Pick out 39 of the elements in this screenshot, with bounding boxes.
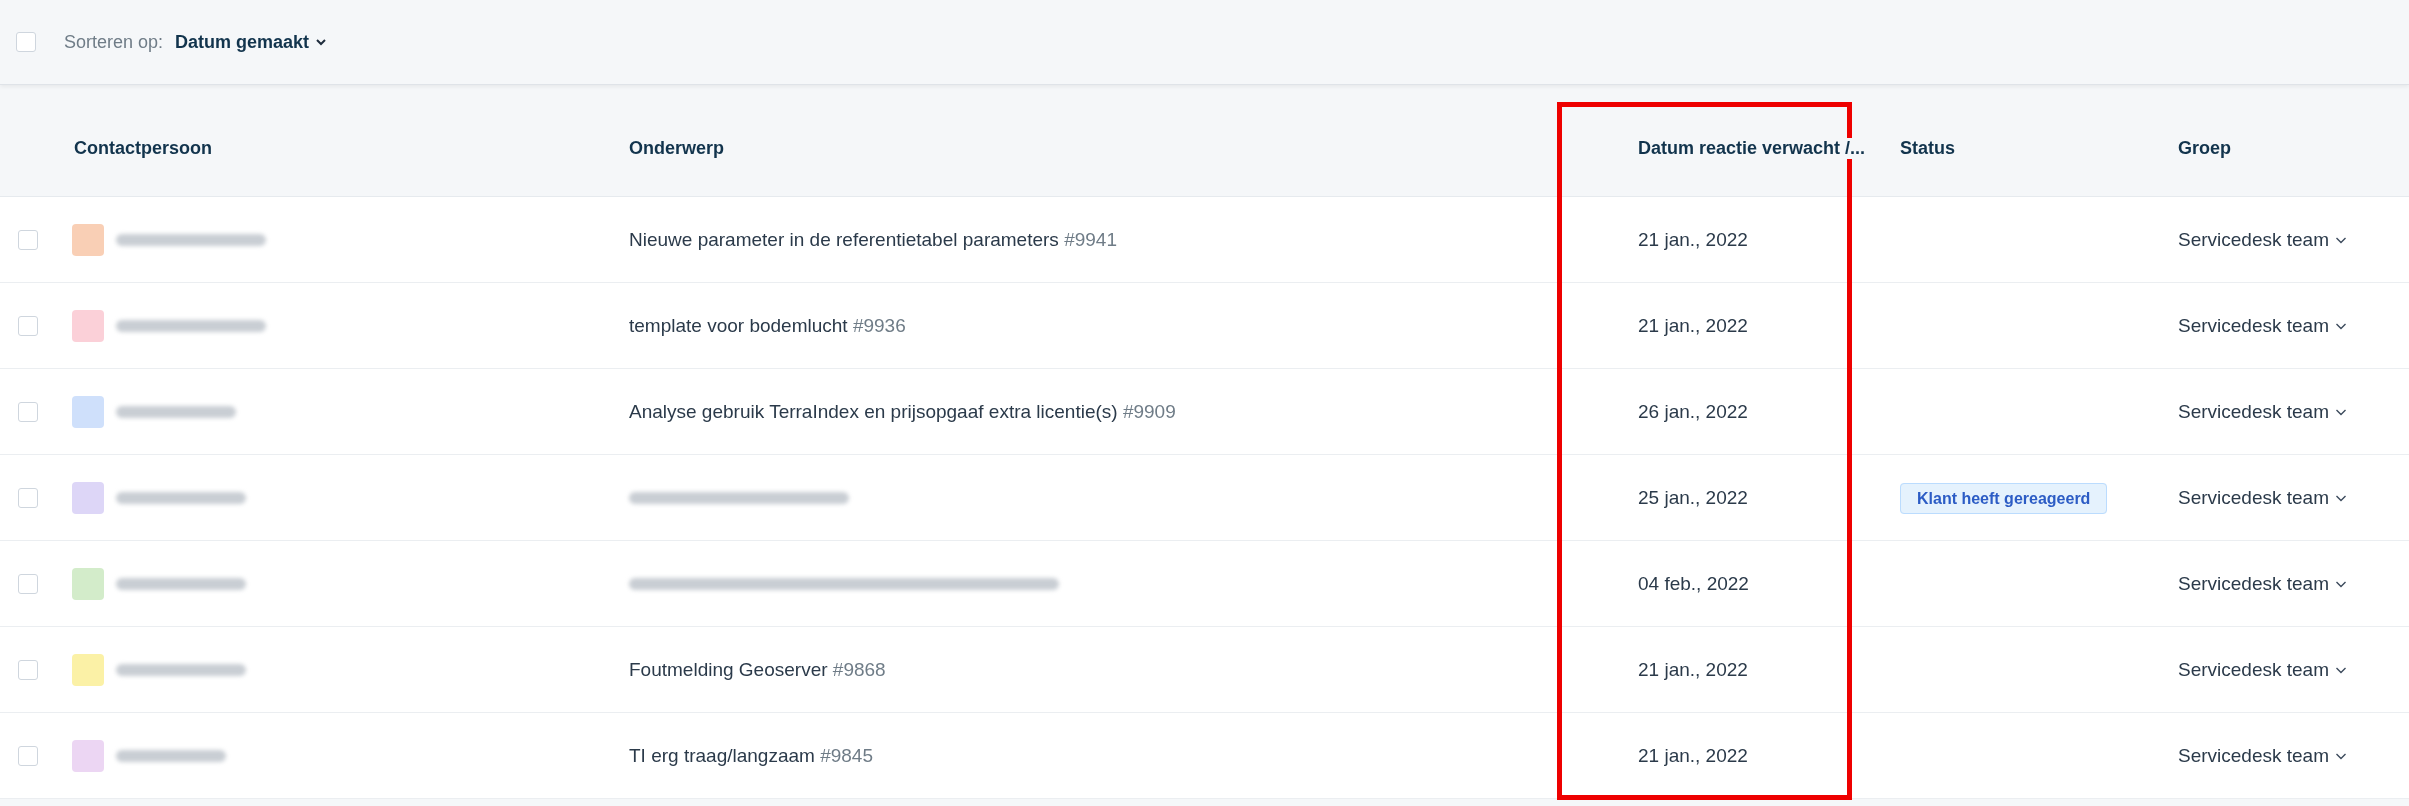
group-dropdown[interactable]: Servicedesk team <box>2178 314 2347 337</box>
select-all-checkbox[interactable] <box>16 32 36 52</box>
row-checkbox[interactable] <box>18 229 38 250</box>
row-checkbox[interactable] <box>18 573 38 594</box>
group-dropdown[interactable]: Servicedesk team <box>2178 658 2347 681</box>
ticket-subject[interactable]: Analyse gebruik TerraIndex en prijsopgaaf extra licentie(s) #9909 <box>629 400 1176 422</box>
row-checkbox[interactable] <box>18 659 38 680</box>
ticket-subject[interactable]: TI erg traag/langzaam #9845 <box>629 744 873 766</box>
due-date: 25 jan., 2022 <box>1638 486 1749 509</box>
chevron-down-icon <box>2335 321 2347 330</box>
ticket-subject[interactable]: template voor bodemlucht #9936 <box>629 314 906 336</box>
group-dropdown[interactable]: Servicedesk team <box>2178 744 2347 767</box>
ticket-subject[interactable]: Foutmelding Geoserver #9868 <box>629 658 886 680</box>
chevron-down-icon <box>2335 665 2347 674</box>
group-dropdown[interactable]: Servicedesk team <box>2178 486 2347 509</box>
group-dropdown[interactable]: Servicedesk team <box>2178 572 2347 595</box>
due-date: 21 jan., 2022 <box>1638 228 1749 251</box>
group-dropdown[interactable]: Servicedesk team <box>2178 228 2347 251</box>
row-checkbox[interactable] <box>18 401 38 422</box>
column-header[interactable]: Datum reactie verwacht /... <box>1638 137 1866 159</box>
group-dropdown[interactable]: Servicedesk team <box>2178 400 2347 423</box>
chevron-down-icon <box>2335 407 2347 416</box>
row-checkbox[interactable] <box>18 487 38 508</box>
due-date: 21 jan., 2022 <box>1638 658 1749 681</box>
chevron-down-icon <box>2335 579 2347 588</box>
due-date: 21 jan., 2022 <box>1638 744 1749 767</box>
due-date: 04 feb., 2022 <box>1638 572 1750 595</box>
ticket-subject[interactable]: Nieuwe parameter in de referentietabel parameters #9941 <box>629 228 1117 250</box>
chevron-down-icon <box>2335 235 2347 244</box>
status-badge: Klant heeft gereageerd <box>1900 482 2108 514</box>
sort-label: Sorteren op: <box>64 31 164 53</box>
row-checkbox[interactable] <box>18 315 38 336</box>
chevron-down-icon <box>315 38 328 46</box>
due-date: 21 jan., 2022 <box>1638 314 1749 337</box>
row-checkbox[interactable] <box>18 745 38 766</box>
sort-dropdown[interactable]: Datum gemaakt <box>175 31 328 53</box>
due-date: 26 jan., 2022 <box>1638 400 1749 423</box>
chevron-down-icon <box>2335 493 2347 502</box>
chevron-down-icon <box>2335 751 2347 760</box>
